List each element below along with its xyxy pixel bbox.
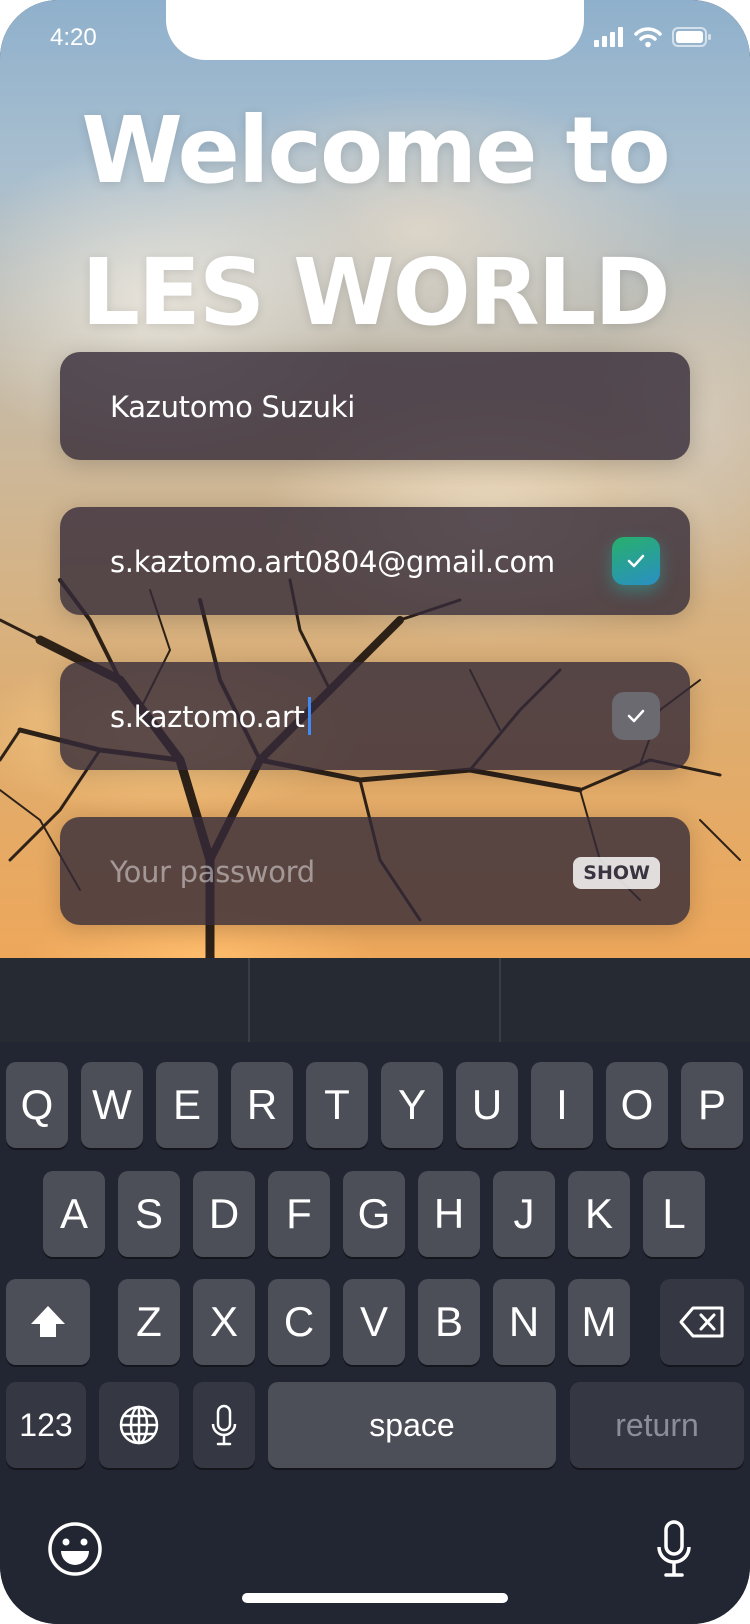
key-p[interactable]: P xyxy=(681,1062,743,1148)
welcome-line-2: LES WORLD xyxy=(81,239,670,346)
key-x[interactable]: X xyxy=(193,1279,255,1365)
show-password-button[interactable]: SHOW xyxy=(573,857,660,889)
key-k[interactable]: K xyxy=(568,1171,630,1257)
password-field[interactable]: Your password SHOW xyxy=(60,817,690,925)
home-indicator[interactable] xyxy=(242,1593,508,1603)
password-placeholder: Your password xyxy=(110,855,315,889)
return-key[interactable]: return xyxy=(570,1382,744,1468)
key-q[interactable]: Q xyxy=(6,1062,68,1148)
suggestion-divider xyxy=(499,958,501,1042)
username-value: s.kaztomo.art xyxy=(110,700,305,734)
key-u[interactable]: U xyxy=(456,1062,518,1148)
globe-key[interactable] xyxy=(99,1382,179,1468)
wifi-icon xyxy=(634,27,662,48)
globe-icon xyxy=(119,1405,159,1445)
key-i[interactable]: I xyxy=(531,1062,593,1148)
key-w[interactable]: W xyxy=(81,1062,143,1148)
key-e[interactable]: E xyxy=(156,1062,218,1148)
dictation-key[interactable] xyxy=(193,1382,255,1468)
key-l[interactable]: L xyxy=(643,1171,705,1257)
email-valid-check-icon xyxy=(612,537,660,585)
key-h[interactable]: H xyxy=(418,1171,480,1257)
email-value: s.kaztomo.art0804@gmail.com xyxy=(110,545,555,579)
username-field[interactable]: s.kaztomo.art xyxy=(60,662,690,770)
username-value-wrap: s.kaztomo.art xyxy=(110,697,311,738)
key-r[interactable]: R xyxy=(231,1062,293,1148)
signal-icon xyxy=(594,27,623,47)
backspace-icon xyxy=(679,1306,724,1338)
key-z[interactable]: Z xyxy=(118,1279,180,1365)
numbers-key[interactable]: 123 xyxy=(6,1382,86,1468)
key-n[interactable]: N xyxy=(493,1279,555,1365)
key-f[interactable]: F xyxy=(268,1171,330,1257)
key-o[interactable]: O xyxy=(606,1062,668,1148)
battery-icon xyxy=(672,27,711,47)
key-j[interactable]: J xyxy=(493,1171,555,1257)
name-value: Kazutomo Suzuki xyxy=(110,390,355,424)
key-c[interactable]: C xyxy=(268,1279,330,1365)
key-m[interactable]: M xyxy=(568,1279,630,1365)
name-field[interactable]: Kazutomo Suzuki xyxy=(60,352,690,460)
suggestion-divider xyxy=(248,958,250,1042)
space-key[interactable]: space xyxy=(268,1382,556,1468)
username-check-icon xyxy=(612,692,660,740)
dictation-button[interactable] xyxy=(656,1520,692,1578)
phone-screen: 4:20 Welcome to LES WORLD Kazutomo Suzuk… xyxy=(0,0,750,1624)
microphone-icon xyxy=(211,1404,237,1446)
delete-key[interactable] xyxy=(660,1279,744,1365)
emoji-button[interactable] xyxy=(46,1520,104,1578)
key-y[interactable]: Y xyxy=(381,1062,443,1148)
key-t[interactable]: T xyxy=(306,1062,368,1148)
key-g[interactable]: G xyxy=(343,1171,405,1257)
key-d[interactable]: D xyxy=(193,1171,255,1257)
status-time: 4:20 xyxy=(50,24,97,51)
key-a[interactable]: A xyxy=(43,1171,105,1257)
shift-arrow-icon xyxy=(31,1306,65,1337)
status-icons xyxy=(594,26,712,48)
notch xyxy=(166,0,584,60)
email-field[interactable]: s.kaztomo.art0804@gmail.com xyxy=(60,507,690,615)
keyboard: Q W E R T Y U I O P A S D F G H J K L Z xyxy=(0,1042,750,1624)
welcome-heading: Welcome to LES WORLD xyxy=(0,80,750,364)
key-s[interactable]: S xyxy=(118,1171,180,1257)
key-b[interactable]: B xyxy=(418,1279,480,1365)
microphone-icon xyxy=(657,1520,691,1577)
shift-key[interactable] xyxy=(6,1279,90,1365)
text-cursor xyxy=(307,697,311,735)
welcome-line-1: Welcome to xyxy=(81,97,670,204)
key-v[interactable]: V xyxy=(343,1279,405,1365)
suggestion-bar xyxy=(0,958,750,1042)
emoji-face-icon xyxy=(48,1522,102,1576)
